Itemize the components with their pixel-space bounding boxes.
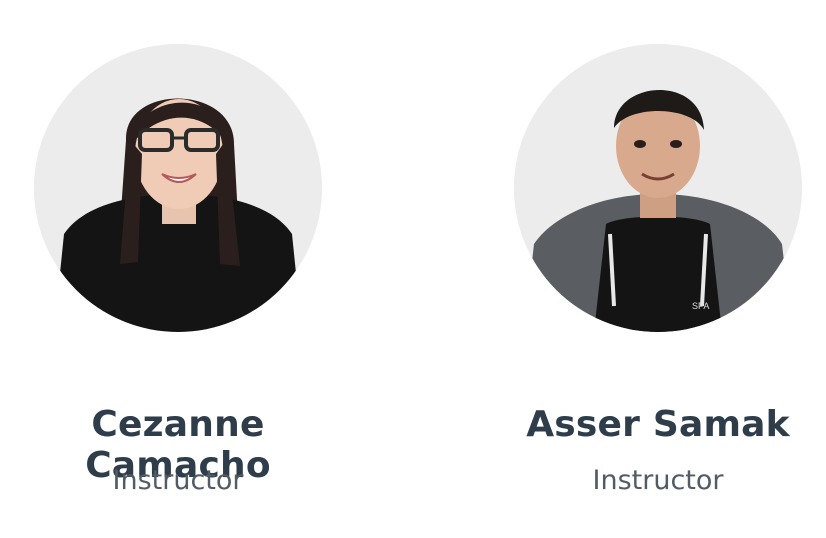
instructor-name: Asser Samak bbox=[526, 404, 790, 445]
instructor-photo bbox=[34, 44, 322, 332]
instructor-card: Cezanne Camacho Instructor bbox=[0, 0, 358, 538]
instructor-role: Instructor bbox=[112, 465, 244, 496]
avatar bbox=[34, 44, 322, 332]
instructor-role: Instructor bbox=[592, 465, 724, 496]
avatar: SPA bbox=[514, 44, 802, 332]
instructor-photo: SPA bbox=[514, 44, 802, 332]
instructor-list: Cezanne Camacho Instructor SPA Asser Sam… bbox=[0, 0, 826, 538]
shirt-text: SPA bbox=[692, 301, 709, 311]
instructor-card: SPA Asser Samak Instructor bbox=[478, 0, 826, 538]
